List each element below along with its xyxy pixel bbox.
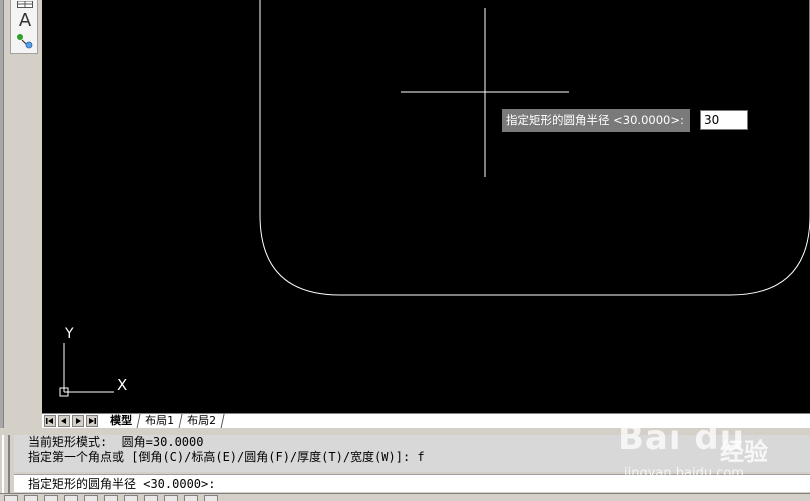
left-toolbar-frame: A <box>0 0 42 432</box>
previous-layout-button[interactable] <box>58 415 70 427</box>
status-toggle-button[interactable] <box>104 495 118 501</box>
ucs-y-label: Y <box>64 326 74 342</box>
rounded-rectangle <box>259 0 810 296</box>
command-window: 当前矩形模式: 圆角=30.0000 指定第一个角点或 [倒角(C)/标高(E)… <box>0 433 810 501</box>
previous-icon <box>61 418 66 424</box>
status-toggle-button[interactable] <box>124 495 138 501</box>
crosshair-cursor <box>401 8 569 177</box>
layout-tabs: 模型 布局1 布局2 <box>102 414 225 429</box>
status-toggle-button[interactable] <box>4 495 18 501</box>
last-layout-button[interactable] <box>86 415 98 427</box>
status-toggle-button[interactable] <box>204 495 218 501</box>
status-toggle-button[interactable] <box>84 495 98 501</box>
ucs-icon: Y X <box>59 326 127 397</box>
dynamic-input-prompt: 指定矩形的圆角半径 <30.0000>: <box>502 109 690 132</box>
first-icon <box>46 418 53 424</box>
draw-toolbar: A <box>10 0 38 54</box>
layout-nav-buttons <box>44 415 100 427</box>
tab-layout1[interactable]: 布局1 <box>137 414 183 429</box>
ucs-x-label: X <box>117 376 127 394</box>
status-toggle-button[interactable] <box>44 495 58 501</box>
status-toggle-button[interactable] <box>144 495 158 501</box>
table-icon[interactable] <box>15 0 35 8</box>
command-history: 当前矩形模式: 圆角=30.0000 指定第一个角点或 [倒角(C)/标高(E)… <box>14 435 810 472</box>
command-input[interactable]: 指定矩形的圆角半径 <30.0000>: <box>14 474 810 492</box>
command-history-line: 当前矩形模式: 圆角=30.0000 <box>28 435 204 449</box>
multiline-text-icon[interactable]: A <box>15 10 35 31</box>
next-layout-button[interactable] <box>72 415 84 427</box>
layout-tab-bar: 模型 布局1 布局2 <box>42 413 810 429</box>
status-bar <box>0 493 810 501</box>
last-icon <box>89 418 96 424</box>
command-history-line: 指定第一个角点或 [倒角(C)/标高(E)/圆角(F)/厚度(T)/宽度(W)]… <box>28 450 425 464</box>
drawing-viewport[interactable]: Y X 指定矩形的圆角半径 <30.0000>: 30 <box>42 0 810 413</box>
status-toggle-button[interactable] <box>24 495 38 501</box>
tab-layout2[interactable]: 布局2 <box>179 414 225 429</box>
command-window-grip[interactable] <box>2 435 10 493</box>
dynamic-input-field[interactable]: 30 <box>700 110 748 130</box>
point-pick-icon[interactable] <box>15 32 35 50</box>
first-layout-button[interactable] <box>44 415 56 427</box>
status-toggle-button[interactable] <box>184 495 198 501</box>
next-icon <box>76 418 81 424</box>
status-toggle-button[interactable] <box>64 495 78 501</box>
status-toggle-button[interactable] <box>164 495 178 501</box>
command-current-prompt: 指定矩形的圆角半径 <30.0000>: <box>28 477 216 491</box>
frame-edge <box>0 0 4 432</box>
tab-model[interactable]: 模型 <box>102 414 141 429</box>
